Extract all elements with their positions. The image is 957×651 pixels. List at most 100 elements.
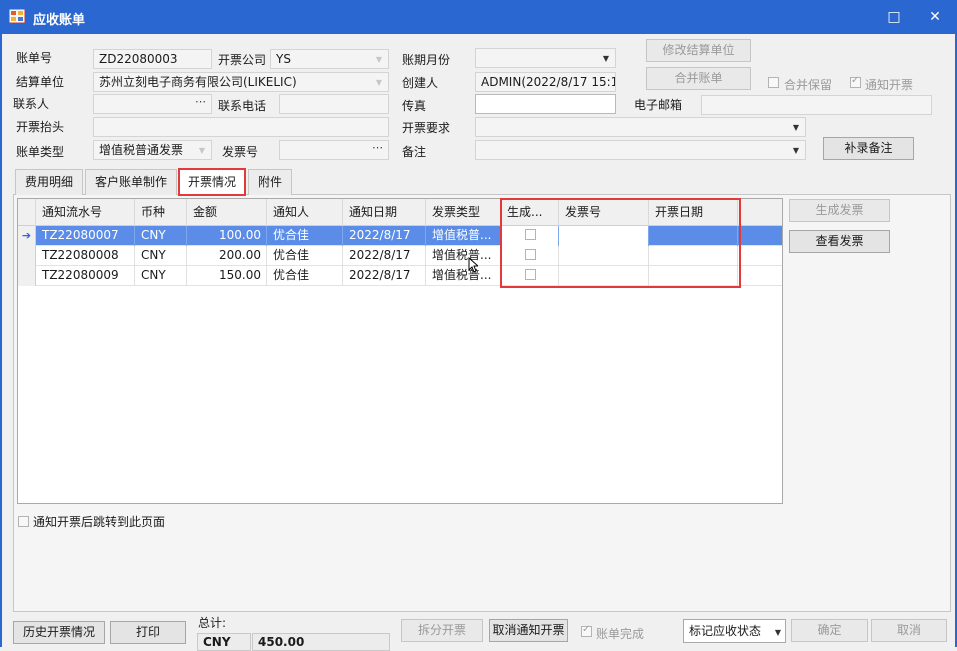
bill-type-value: 增值税普通发票 [99,143,184,157]
window-title: 应收账单 [33,13,86,28]
row-indicator [18,266,36,286]
row-indicator-arrow-icon: ➔ [18,226,36,246]
phone-label: 联系电话 [218,99,267,113]
cell-invoice-type: 增值税普... [426,266,501,286]
mark-status-dropdown[interactable]: 标记应收状态 ▼ [683,619,786,643]
invoice-title-label: 开票抬头 [16,120,65,134]
merge-keep-label: 合并保留 [784,78,833,92]
phone-field[interactable] [279,94,389,114]
invoice-no-field[interactable]: ⋯ [279,140,389,160]
cell-notice-date: 2022/8/17 [343,246,426,266]
tab-fee-detail[interactable]: 费用明细 [15,169,83,195]
settle-unit-select[interactable]: 苏州立刻电子商务有限公司(LIKELIC) ▼ [93,72,389,92]
col-serial[interactable]: 通知流水号 [36,199,135,226]
cancel-notice-button[interactable]: 取消通知开票 [489,619,568,642]
mouse-cursor-icon [468,257,478,273]
creator-field[interactable]: ADMIN(2022/8/17 15:1 [475,72,616,92]
fax-field[interactable] [475,94,616,114]
cell-invoice-type: 增值税普... [426,246,501,266]
chevron-down-icon: ▼ [198,146,205,155]
ellipsis-icon[interactable]: ⋯ [195,95,206,109]
header-indicator [18,199,36,226]
merge-keep-checkbox[interactable] [768,77,779,88]
col-notifier[interactable]: 通知人 [267,199,343,226]
cell-currency: CNY [135,246,187,266]
view-invoice-button[interactable]: 查看发票 [789,230,890,253]
cell-amount: 100.00 [187,226,267,246]
row-indicator [18,246,36,266]
invoice-title-field[interactable] [93,117,389,137]
history-invoice-button[interactable]: 历史开票情况 [13,621,105,644]
generate-invoice-button[interactable]: 生成发票 [789,199,890,222]
tab-customer-bill[interactable]: 客户账单制作 [85,169,177,195]
jump-after-notify-checkbox[interactable] [18,516,29,527]
cancel-button[interactable]: 取消 [871,619,947,642]
bill-no-field[interactable]: ZD22080003 [93,49,212,69]
cell-notice-date: 2022/8/17 [343,266,426,286]
invoice-no-label: 发票号 [222,145,259,159]
invoice-company-value: YS [276,52,291,66]
check-icon: ✓ [582,624,591,635]
chevron-down-icon: ▼ [792,123,799,132]
mark-status-value: 标记应收状态 [689,624,762,638]
cell-currency: CNY [135,266,187,286]
cell-currency: CNY [135,226,187,246]
email-field[interactable] [701,95,932,115]
app-grid-icon [9,9,25,23]
cell-notifier: 优合佳 [267,266,343,286]
check-icon: ✓ [851,75,860,86]
cell-amount: 200.00 [187,246,267,266]
remark-label: 备注 [402,145,427,159]
cell-serial: TZ22080009 [36,266,135,286]
period-select[interactable]: ▼ [475,48,616,68]
invoice-company-select[interactable]: YS ▼ [270,49,389,69]
chevron-down-icon: ▼ [774,628,781,637]
fax-label: 传真 [402,99,427,113]
highlight-box [500,198,741,288]
tab-invoice-status[interactable]: 开票情况 [178,168,246,196]
tab-attachments[interactable]: 附件 [248,169,292,195]
contact-label: 联系人 [13,97,50,111]
notify-invoice-checkbox[interactable]: ✓ [850,75,861,88]
close-icon[interactable]: ✕ [925,7,945,27]
cell-notifier: 优合佳 [267,226,343,246]
bill-type-select[interactable]: 增值税普通发票 ▼ [93,140,212,160]
print-button[interactable]: 打印 [110,621,186,644]
chevron-down-icon: ▼ [375,78,382,87]
title-bar: 应收账单 □ ✕ [0,0,957,34]
bill-no-label: 账单号 [16,51,53,65]
cell-invoice-type: 增值税普... [426,226,501,246]
col-invoice-type[interactable]: 发票类型 [426,199,501,226]
bill-type-label: 账单类型 [16,145,65,159]
cell-notice-date: 2022/8/17 [343,226,426,246]
chevron-down-icon: ▼ [375,55,382,64]
total-currency: CNY [197,633,251,651]
add-remark-button[interactable]: 补录备注 [823,137,914,160]
cell-amount: 150.00 [187,266,267,286]
split-invoice-button[interactable]: 拆分开票 [401,619,483,642]
bill-complete-label: 账单完成 [596,627,645,641]
cell-notifier: 优合佳 [267,246,343,266]
window-border-left [0,34,2,647]
invoice-company-label: 开票公司 [218,53,267,67]
confirm-button[interactable]: 确定 [791,619,868,642]
modify-settle-unit-button[interactable]: 修改结算单位 [646,39,751,62]
maximize-icon[interactable]: □ [884,7,904,27]
ellipsis-icon[interactable]: ⋯ [372,141,383,155]
col-currency[interactable]: 币种 [135,199,187,226]
col-amount[interactable]: 金额 [187,199,267,226]
invoice-req-label: 开票要求 [402,121,451,135]
contact-field[interactable]: ⋯ [93,94,212,114]
chevron-down-icon: ▼ [602,54,609,63]
total-amount: 450.00 [252,633,390,651]
col-notice-date[interactable]: 通知日期 [343,199,426,226]
remark-select[interactable]: ▼ [475,140,806,160]
total-label: 总计: [198,616,227,630]
invoice-req-select[interactable]: ▼ [475,117,806,137]
settle-unit-label: 结算单位 [16,75,65,89]
bill-complete-checkbox[interactable]: ✓ [581,624,592,637]
merge-bill-button[interactable]: 合并账单 [646,67,751,90]
cell-serial: TZ22080007 [36,226,135,246]
chevron-down-icon: ▼ [792,146,799,155]
cell-serial: TZ22080008 [36,246,135,266]
